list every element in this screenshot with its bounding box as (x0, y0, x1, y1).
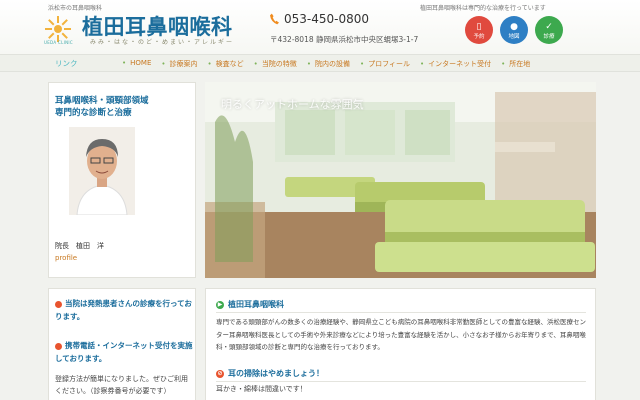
nav-link-label: リンク (55, 59, 78, 68)
doctor-name: 院長 植田 洋 (55, 242, 104, 250)
header-notice: 植田耳鼻咽喉科は専門的な治療を行っています (420, 5, 546, 12)
main-nav: リンク HOME 診療案内 検査など 当院の特徴 院内の設備 プロフィール イン… (0, 54, 640, 72)
map-pin-icon: ● (510, 22, 518, 32)
arrow-circle-icon (55, 300, 62, 308)
nav-item-location[interactable]: 所在地 (501, 59, 530, 69)
divider (216, 312, 586, 313)
photo-caption: 明るくアットホームな雰囲気 (221, 98, 364, 111)
nav-item-services[interactable]: 診療案内 (161, 59, 198, 69)
nav-item-facilities[interactable]: 院内の設備 (307, 59, 350, 69)
calendar-check-icon: ✓ (545, 22, 553, 32)
nav-items: HOME 診療案内 検査など 当院の特徴 院内の設備 プロフィール インターネッ… (122, 59, 540, 69)
online-reception-notice[interactable]: 携帯電話・インターネット受付を実施しております。 (55, 339, 193, 365)
main-content-card: ▶ 植田耳鼻咽喉科 専門である頭頸部がんの数多くの治療経験や、静岡県立こども病院の… (205, 288, 596, 400)
ban-icon: ⊘ (216, 369, 224, 378)
section-ear-cleaning-body: 耳かき・綿棒は間違いです！ (216, 385, 307, 393)
phone-number[interactable]: 053-450-0800 (284, 12, 369, 26)
arrow-circle-icon (55, 342, 62, 350)
map-button[interactable]: ● 地図 (500, 16, 528, 44)
doctor-card: 耳鼻咽喉科・頭頸部領域 専門的な診断と治療 院長 植田 洋 profile (48, 82, 196, 278)
logo-subtext: UEDA CLINIC (44, 40, 73, 45)
phone-icon (270, 13, 279, 25)
smartphone-icon: ▯ (476, 22, 482, 32)
clinic-subtitle: みみ・はな・のど・めまい・アレルギー (90, 39, 235, 46)
announcements-card: 当院は発熱患者さんの診療を行っております。 携帯電話・インターネット受付を実施し… (48, 288, 196, 400)
nav-item-internet-reception[interactable]: インターネット受付 (420, 59, 491, 69)
divider (216, 381, 586, 382)
profile-link[interactable]: profile (55, 254, 77, 262)
online-reception-body: 登録方法が簡単になりました。ぜひご利用ください。（診察券番号が必要です） (55, 375, 188, 395)
section-clinic-body: 専門である頭頸部がんの数多くの治療経験や、静岡県立こども病院の耳鼻咽喉科非常勤医… (216, 318, 587, 351)
fever-patient-notice[interactable]: 当院は発熱患者さんの診療を行っております。 (55, 297, 193, 323)
address: 〒432-8018 静岡県浜松市中央区蜆塚3-1-7 (270, 35, 419, 44)
reservation-button[interactable]: ▯ 予約 (465, 16, 493, 44)
nav-item-features[interactable]: 当院の特徴 (254, 59, 297, 69)
schedule-button[interactable]: ✓ 診療 (535, 16, 563, 44)
section-ear-cleaning-title: ⊘ 耳の掃除はやめましょう！ (216, 369, 324, 378)
arrow-circle-icon: ▶ (216, 300, 224, 309)
section-clinic-title: ▶ 植田耳鼻咽喉科 (216, 300, 284, 309)
nav-item-home[interactable]: HOME (122, 59, 151, 69)
nav-item-profile[interactable]: プロフィール (360, 59, 410, 69)
clinic-waiting-room-photo: 明るくアットホームな雰囲気 (205, 82, 596, 278)
nav-item-tests[interactable]: 検査など (208, 59, 244, 69)
doctor-photo (69, 127, 135, 215)
site-header: 浜松市の耳鼻咽喉科 UEDA CLINIC 植田耳鼻咽喉科 みみ・はな・のど・め… (0, 0, 640, 54)
doctor-specialty-title: 耳鼻咽喉科・頭頸部領域 専門的な診断と治療 (55, 96, 149, 118)
